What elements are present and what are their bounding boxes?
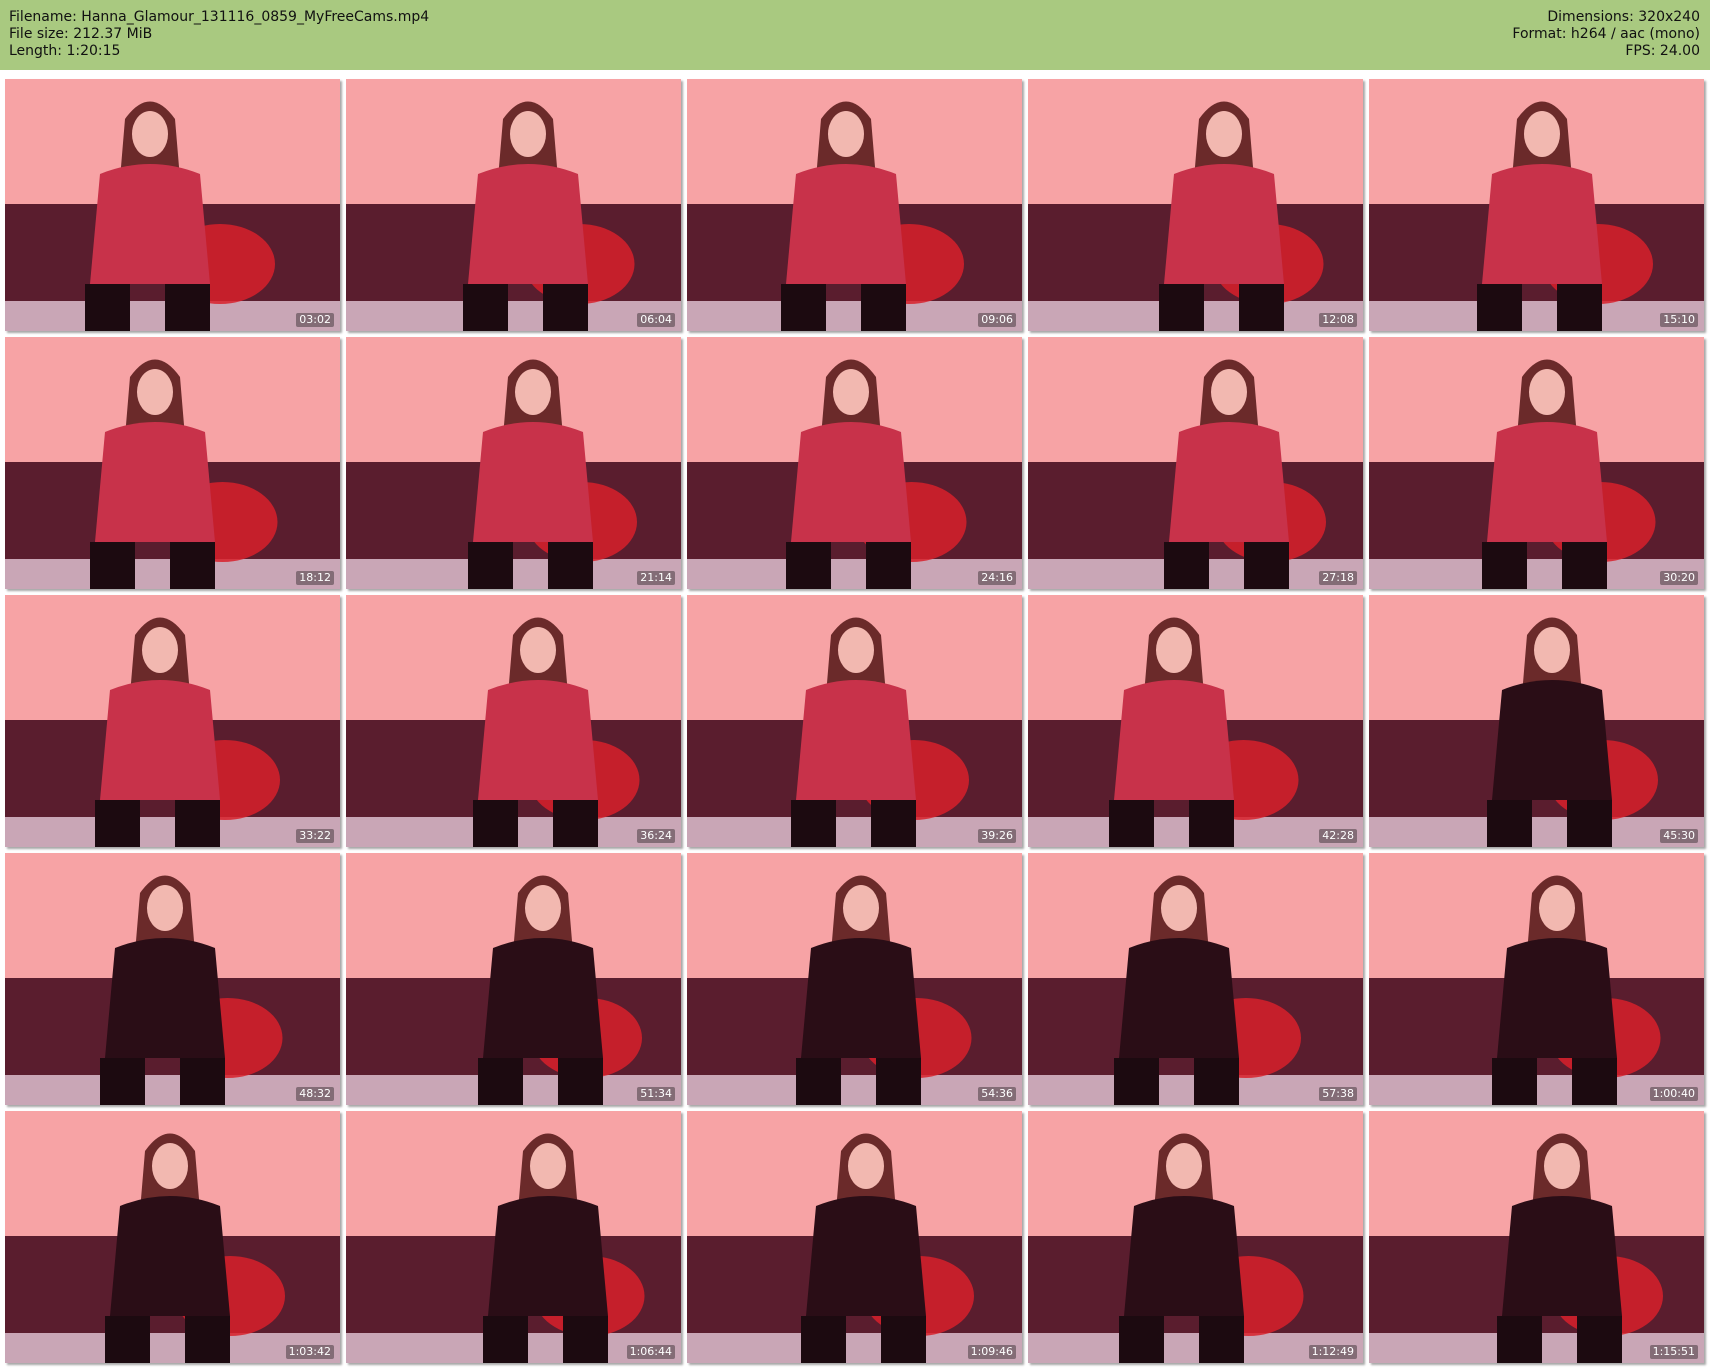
- video-thumbnail[interactable]: 33:22: [5, 595, 340, 847]
- timestamp-label: 1:15:51: [1649, 1345, 1698, 1359]
- dimensions-text: Dimensions: 320x240: [1547, 9, 1700, 25]
- thumbnail-frame-image: [346, 337, 681, 589]
- video-thumbnail[interactable]: 21:14: [346, 337, 681, 589]
- video-thumbnail[interactable]: 1:15:51: [1369, 1111, 1704, 1363]
- fps-text: FPS: 24.00: [1625, 43, 1700, 59]
- timestamp-label: 1:00:40: [1649, 1087, 1698, 1101]
- stream-info: Dimensions: 320x240 Format: h264 / aac (…: [1512, 9, 1700, 60]
- video-thumbnail[interactable]: 42:28: [1028, 595, 1363, 847]
- timestamp-label: 1:06:44: [626, 1345, 675, 1359]
- video-thumbnail[interactable]: 15:10: [1369, 79, 1704, 331]
- thumbnail-frame-image: [1369, 79, 1704, 331]
- thumbnail-frame-image: [5, 853, 340, 1105]
- thumbnail-frame-image: [5, 79, 340, 331]
- thumbnail-frame-image: [1369, 853, 1704, 1105]
- timestamp-label: 1:03:42: [285, 1345, 334, 1359]
- video-thumbnail[interactable]: 1:00:40: [1369, 853, 1704, 1105]
- timestamp-label: 1:12:49: [1308, 1345, 1357, 1359]
- video-thumbnail[interactable]: 54:36: [687, 853, 1022, 1105]
- thumbnail-frame-image: [1369, 595, 1704, 847]
- video-thumbnail[interactable]: 48:32: [5, 853, 340, 1105]
- timestamp-label: 18:12: [296, 571, 334, 585]
- thumbnail-frame-image: [1028, 1111, 1363, 1363]
- timestamp-label: 06:04: [637, 313, 675, 327]
- timestamp-label: 54:36: [978, 1087, 1016, 1101]
- timestamp-label: 48:32: [296, 1087, 334, 1101]
- thumbnail-frame-image: [346, 595, 681, 847]
- timestamp-label: 57:38: [1319, 1087, 1357, 1101]
- info-header: Filename: Hanna_Glamour_131116_0859_MyFr…: [0, 0, 1710, 70]
- thumbnail-grid: 03:02 06:04 09:06 12:08 15:10 18:12 21:14 24:16…: [5, 79, 1704, 1363]
- thumbnail-frame-image: [687, 853, 1022, 1105]
- thumbnail-frame-image: [346, 1111, 681, 1363]
- thumbnail-frame-image: [5, 595, 340, 847]
- timestamp-label: 51:34: [637, 1087, 675, 1101]
- video-thumbnail[interactable]: 03:02: [5, 79, 340, 331]
- thumbnail-frame-image: [687, 337, 1022, 589]
- length-text: Length: 1:20:15: [9, 43, 121, 59]
- video-thumbnail[interactable]: 51:34: [346, 853, 681, 1105]
- video-thumbnail[interactable]: 1:12:49: [1028, 1111, 1363, 1363]
- video-thumbnail[interactable]: 36:24: [346, 595, 681, 847]
- video-thumbnail[interactable]: 06:04: [346, 79, 681, 331]
- timestamp-label: 39:26: [978, 829, 1016, 843]
- timestamp-label: 24:16: [978, 571, 1016, 585]
- thumbnail-frame-image: [1369, 337, 1704, 589]
- thumbnail-frame-image: [1028, 595, 1363, 847]
- filename-text: Filename: Hanna_Glamour_131116_0859_MyFr…: [9, 9, 430, 25]
- timestamp-label: 36:24: [637, 829, 675, 843]
- video-thumbnail[interactable]: 27:18: [1028, 337, 1363, 589]
- timestamp-label: 15:10: [1660, 313, 1698, 327]
- file-info: Filename: Hanna_Glamour_131116_0859_MyFr…: [9, 9, 429, 60]
- video-thumbnail[interactable]: 1:03:42: [5, 1111, 340, 1363]
- thumbnail-frame-image: [1028, 79, 1363, 331]
- timestamp-label: 30:20: [1660, 571, 1698, 585]
- video-thumbnail[interactable]: 18:12: [5, 337, 340, 589]
- thumbnail-frame-image: [1369, 1111, 1704, 1363]
- timestamp-label: 33:22: [296, 829, 334, 843]
- format-text: Format: h264 / aac (mono): [1512, 26, 1700, 42]
- video-thumbnail[interactable]: 1:09:46: [687, 1111, 1022, 1363]
- thumbnail-frame-image: [687, 1111, 1022, 1363]
- timestamp-label: 45:30: [1660, 829, 1698, 843]
- timestamp-label: 12:08: [1319, 313, 1357, 327]
- thumbnail-frame-image: [346, 853, 681, 1105]
- video-thumbnail[interactable]: 12:08: [1028, 79, 1363, 331]
- video-thumbnail[interactable]: 39:26: [687, 595, 1022, 847]
- timestamp-label: 1:09:46: [967, 1345, 1016, 1359]
- thumbnail-frame-image: [687, 595, 1022, 847]
- thumbnail-frame-image: [1028, 337, 1363, 589]
- thumbnail-frame-image: [5, 1111, 340, 1363]
- video-thumbnail[interactable]: 24:16: [687, 337, 1022, 589]
- timestamp-label: 21:14: [637, 571, 675, 585]
- timestamp-label: 03:02: [296, 313, 334, 327]
- timestamp-label: 09:06: [978, 313, 1016, 327]
- timestamp-label: 42:28: [1319, 829, 1357, 843]
- filesize-text: File size: 212.37 MiB: [9, 26, 153, 42]
- timestamp-label: 27:18: [1319, 571, 1357, 585]
- video-thumbnail[interactable]: 57:38: [1028, 853, 1363, 1105]
- thumbnail-frame-image: [346, 79, 681, 331]
- thumbnail-frame-image: [1028, 853, 1363, 1105]
- video-thumbnail[interactable]: 1:06:44: [346, 1111, 681, 1363]
- video-thumbnail[interactable]: 45:30: [1369, 595, 1704, 847]
- thumbnail-frame-image: [687, 79, 1022, 331]
- video-thumbnail[interactable]: 09:06: [687, 79, 1022, 331]
- video-thumbnail[interactable]: 30:20: [1369, 337, 1704, 589]
- thumbnail-frame-image: [5, 337, 340, 589]
